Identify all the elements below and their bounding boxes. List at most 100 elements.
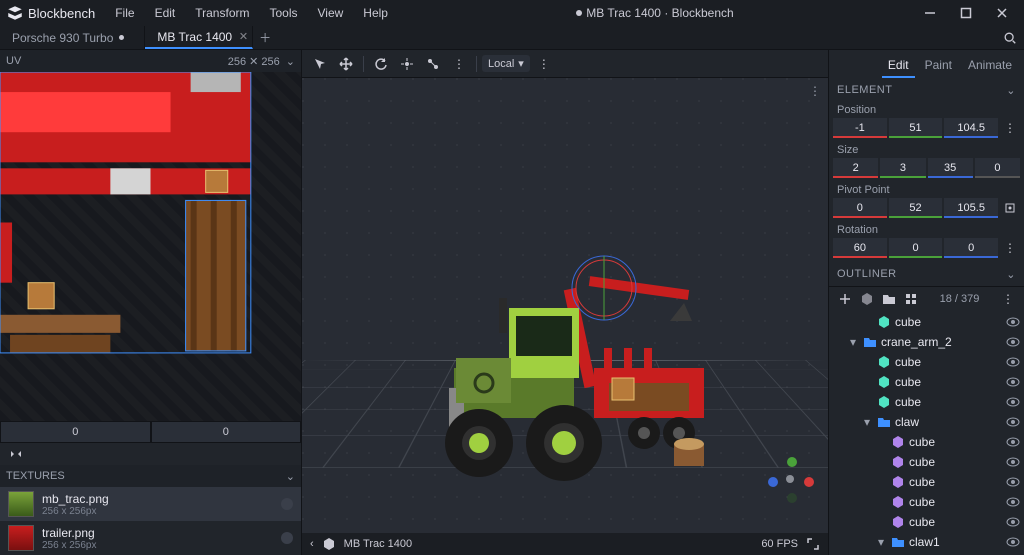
outliner-menu-icon[interactable]: ⋮: [998, 289, 1018, 309]
rotation-y-input[interactable]: 0: [889, 238, 943, 258]
menu-help[interactable]: Help: [355, 3, 396, 23]
tree-item[interactable]: cube: [829, 312, 1024, 332]
menu-tools[interactable]: Tools: [261, 3, 305, 23]
status-cube-icon: [322, 537, 336, 551]
tool-separator: [363, 56, 364, 72]
uv-slider-x[interactable]: 0: [0, 421, 151, 443]
visibility-toggle-icon[interactable]: [1006, 335, 1020, 349]
modified-indicator-icon: [576, 10, 582, 16]
tree-item[interactable]: cube: [829, 352, 1024, 372]
size-y-input[interactable]: 3: [880, 158, 925, 178]
toggle-options-button[interactable]: [901, 289, 921, 309]
add-group-button[interactable]: [879, 289, 899, 309]
pivot-x-input[interactable]: 0: [833, 198, 887, 218]
axis-orientation-widget[interactable]: [766, 455, 816, 505]
transform-space-dropdown[interactable]: Local ▾: [482, 55, 530, 72]
tree-item[interactable]: cube: [829, 452, 1024, 472]
add-mesh-button[interactable]: [857, 289, 877, 309]
minimize-button[interactable]: [914, 1, 946, 25]
mode-tab-animate[interactable]: Animate: [962, 54, 1018, 78]
tree-item[interactable]: ▾claw1: [829, 532, 1024, 552]
axis-neg-y-icon[interactable]: [787, 493, 797, 503]
tree-item[interactable]: cube: [829, 492, 1024, 512]
rotation-z-input[interactable]: 0: [944, 238, 998, 258]
tree-item[interactable]: ▾crane_arm_2: [829, 332, 1024, 352]
status-back-icon[interactable]: ‹: [310, 538, 314, 550]
close-button[interactable]: [986, 1, 1018, 25]
uv-mirror-icon[interactable]: [6, 444, 26, 464]
texture-info: trailer.png 256 x 256px: [42, 526, 273, 551]
tree-item[interactable]: cube: [829, 472, 1024, 492]
uv-slider-y[interactable]: 0: [151, 421, 302, 443]
texture-item-trailer[interactable]: trailer.png 256 x 256px: [0, 521, 301, 555]
tool-cursor-icon[interactable]: [308, 52, 332, 76]
visibility-toggle-icon[interactable]: [1006, 435, 1020, 449]
mode-tab-paint[interactable]: Paint: [919, 54, 958, 78]
visibility-toggle-icon[interactable]: [1006, 475, 1020, 489]
size-x-input[interactable]: 2: [833, 158, 878, 178]
visibility-toggle-icon[interactable]: [1006, 515, 1020, 529]
tree-item[interactable]: cube: [829, 372, 1024, 392]
tree-item[interactable]: ▾claw: [829, 412, 1024, 432]
visibility-toggle-icon[interactable]: [1006, 455, 1020, 469]
visibility-toggle-icon[interactable]: [1006, 495, 1020, 509]
tree-toggle-icon[interactable]: ▾: [847, 335, 859, 349]
element-chevron-icon[interactable]: ⌄: [1006, 84, 1016, 97]
menu-view[interactable]: View: [310, 3, 352, 23]
axis-x-icon[interactable]: [804, 477, 814, 487]
outliner-chevron-icon[interactable]: ⌄: [1006, 268, 1016, 281]
tool-more-icon[interactable]: ⋮: [532, 52, 556, 76]
position-menu-icon[interactable]: ⋮: [1000, 118, 1020, 138]
visibility-toggle-icon[interactable]: [1006, 315, 1020, 329]
tree-toggle-icon[interactable]: ▾: [875, 535, 887, 549]
textures-chevron-icon[interactable]: ⌄: [286, 470, 295, 483]
tab-add-button[interactable]: ＋: [253, 26, 277, 49]
rotation-menu-icon[interactable]: ⋮: [1000, 238, 1020, 258]
visibility-toggle-icon[interactable]: [1006, 415, 1020, 429]
mode-tab-edit[interactable]: Edit: [882, 54, 915, 78]
tree-item[interactable]: cube: [829, 512, 1024, 532]
tab-porsche[interactable]: Porsche 930 Turbo: [0, 26, 145, 49]
viewport-3d[interactable]: ⋮: [302, 78, 828, 533]
tree-item[interactable]: cube: [829, 432, 1024, 452]
pivot-z-input[interactable]: 105.5: [944, 198, 998, 218]
visibility-toggle-icon[interactable]: [1006, 535, 1020, 549]
global-search-button[interactable]: [996, 26, 1024, 50]
size-inflate-input[interactable]: 0: [975, 158, 1020, 178]
visibility-toggle-icon[interactable]: [1006, 395, 1020, 409]
position-z-input[interactable]: 104.5: [944, 118, 998, 138]
tab-mbtrac[interactable]: MB Trac 1400 ✕: [145, 26, 253, 49]
texture-item-mbtrac[interactable]: mb_trac.png 256 x 256px: [0, 487, 301, 521]
menu-edit[interactable]: Edit: [147, 3, 184, 23]
tool-menu-icon[interactable]: ⋮: [447, 52, 471, 76]
cube-icon: [877, 355, 891, 369]
tree-toggle-icon[interactable]: ▾: [861, 415, 873, 429]
size-z-input[interactable]: 35: [928, 158, 973, 178]
menu-file[interactable]: File: [107, 3, 142, 23]
status-expand-icon[interactable]: [806, 537, 820, 551]
axis-y-icon[interactable]: [787, 457, 797, 467]
viewport-overflow-icon[interactable]: ⋮: [806, 82, 824, 100]
visibility-toggle-icon[interactable]: [1006, 355, 1020, 369]
tree-item[interactable]: cube: [829, 392, 1024, 412]
center-pivot-button[interactable]: [1000, 198, 1020, 218]
tool-rotate-icon[interactable]: [369, 52, 393, 76]
pivot-y-input[interactable]: 52: [889, 198, 943, 218]
tool-move-icon[interactable]: [334, 52, 358, 76]
visibility-toggle-icon[interactable]: [1006, 375, 1020, 389]
position-y-input[interactable]: 51: [889, 118, 943, 138]
menu-transform[interactable]: Transform: [187, 3, 257, 23]
outliner-title: OUTLINER: [837, 268, 897, 280]
rotation-x-input[interactable]: 60: [833, 238, 887, 258]
tool-vertex-snap-icon[interactable]: [421, 52, 445, 76]
maximize-button[interactable]: [950, 1, 982, 25]
uv-editor[interactable]: [0, 72, 301, 421]
add-cube-button[interactable]: [835, 289, 855, 309]
uv-title: UV: [6, 55, 21, 67]
position-x-input[interactable]: -1: [833, 118, 887, 138]
tool-pivot-icon[interactable]: [395, 52, 419, 76]
uv-panel-header: UV 256 ✕ 256 ⌄: [0, 50, 301, 72]
tab-close-icon[interactable]: ✕: [239, 30, 248, 43]
axis-z-icon[interactable]: [768, 477, 778, 487]
uv-menu-chevron-icon[interactable]: ⌄: [286, 55, 295, 68]
